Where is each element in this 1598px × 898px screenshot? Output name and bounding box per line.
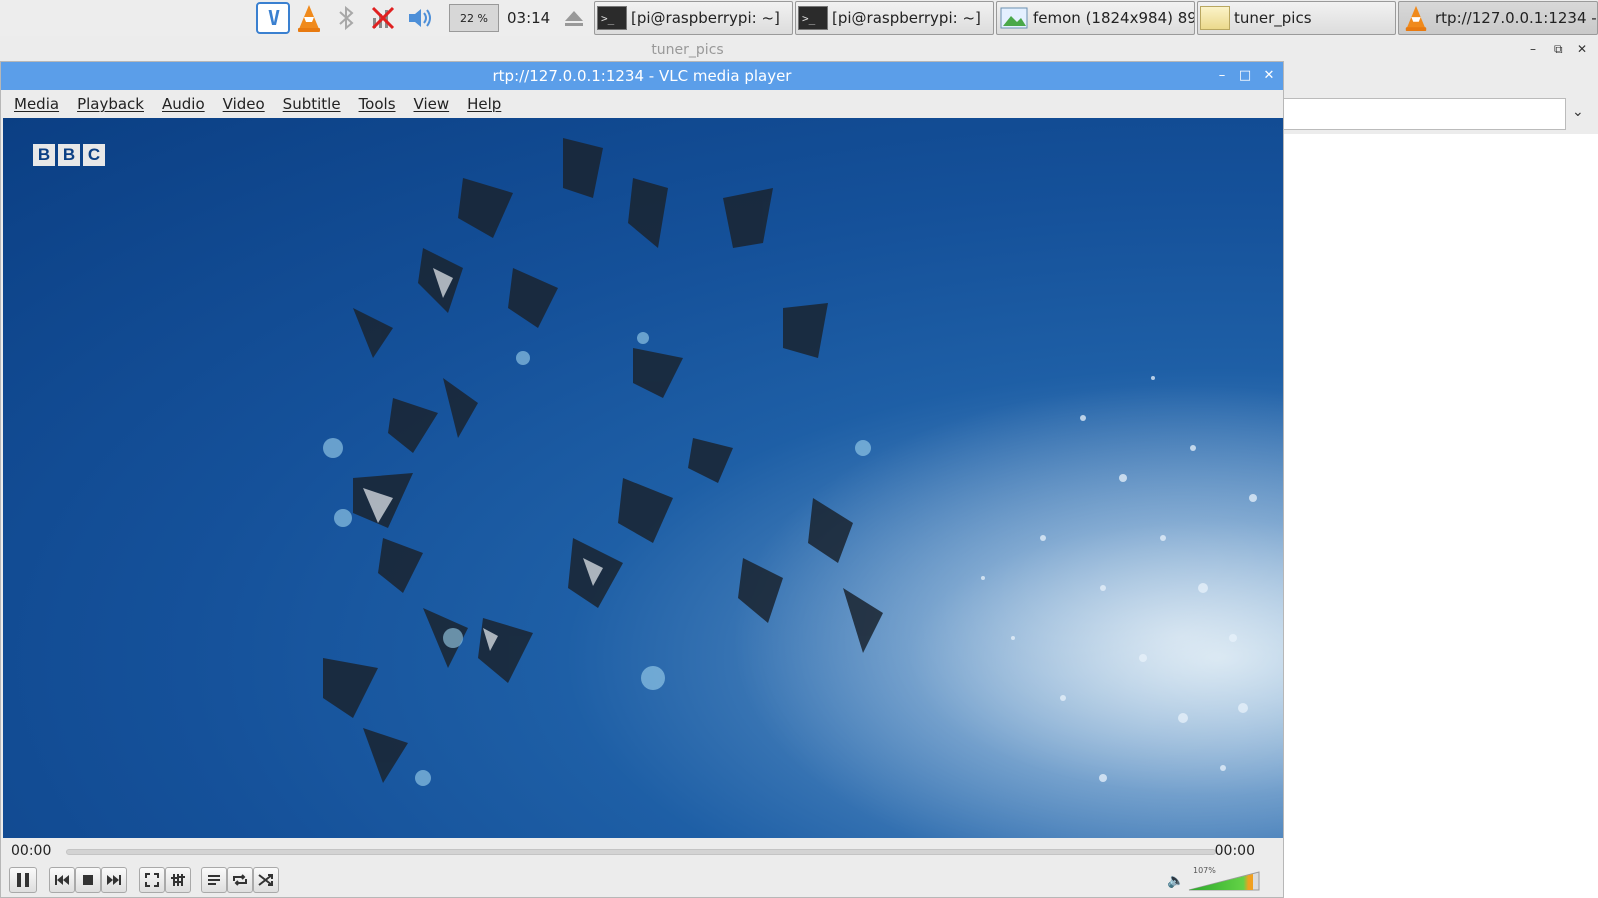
taskbar-button-vlc[interactable]: rtp://127.0.0.1:1234 - ... [1398,1,1598,35]
loop-button[interactable] [227,867,253,893]
vnc-icon[interactable]: V [256,2,290,34]
cpu-usage-text: 22 % [460,11,488,25]
path-input[interactable] [1284,98,1566,130]
task-label: [pi@raspberrypi: ~] [832,9,981,27]
cpu-usage-monitor[interactable]: 22 % [449,4,499,32]
fullscreen-button[interactable] [139,867,165,893]
chevron-down-icon[interactable]: ⌄ [1572,104,1584,120]
extended-settings-button[interactable] [165,867,191,893]
volume-percent: 107% [1193,866,1216,875]
network-disconnected-icon[interactable] [367,2,399,34]
task-label: rtp://127.0.0.1:1234 - ... [1435,9,1598,27]
menu-media[interactable]: Media [14,95,59,113]
menu-view[interactable]: View [414,95,450,113]
bbc-letter: C [83,144,105,166]
time-elapsed[interactable]: 00:00 [11,843,51,859]
video-frame-manta-rays [3,118,1283,838]
vlc-tray-icon[interactable] [293,2,325,34]
pause-button[interactable] [9,867,37,893]
image-viewer-icon [999,3,1029,33]
previous-button[interactable] [49,867,75,893]
menu-video[interactable]: Video [223,95,265,113]
fullscreen-icon [145,873,159,887]
menu-tools[interactable]: Tools [359,95,396,113]
menu-playback[interactable]: Playback [77,95,144,113]
task-label: tuner_pics [1234,9,1312,27]
vlc-window: rtp://127.0.0.1:1234 - VLC media player … [0,61,1284,898]
menu-audio[interactable]: Audio [162,95,205,113]
playlist-icon [208,875,220,885]
shuffle-icon [258,874,273,886]
maximize-icon[interactable]: □ [1235,65,1255,85]
background-window-title: tuner_pics [651,42,724,58]
folder-icon [1200,3,1230,33]
terminal-icon: >_ [798,3,828,33]
background-window-titlebar[interactable]: tuner_pics – ⧉ ✕ [0,36,1598,62]
seek-row: 00:00 00:00 [1,838,1283,864]
minimize-icon[interactable]: – [1212,65,1232,85]
taskbar-button-terminal-2[interactable]: >_ [pi@raspberrypi: ~] [795,1,994,35]
vlc-menubar: Media Playback Audio Video Subtitle Tool… [1,90,1283,118]
vlc-icon [1401,3,1431,33]
taskbar: V 22 % 03:14 >_ [pi@raspberrypi: ~] >_ [… [0,0,1598,36]
vlc-window-title: rtp://127.0.0.1:1234 - VLC media player [492,67,792,85]
equalizer-icon [171,874,185,886]
close-icon[interactable]: ✕ [1259,65,1279,85]
playlist-button[interactable] [201,867,227,893]
clock[interactable]: 03:14 [507,9,550,27]
pause-icon [17,873,29,887]
taskbar-button-tuner-pics[interactable]: tuner_pics [1197,1,1396,35]
vlc-titlebar[interactable]: rtp://127.0.0.1:1234 - VLC media player … [1,62,1283,90]
bbc-logo: B B C [33,144,105,166]
loop-icon [233,874,247,886]
minimize-icon[interactable]: – [1530,42,1536,56]
next-button[interactable] [101,867,127,893]
task-label: [pi@raspberrypi: ~] [631,9,780,27]
bbc-letter: B [33,144,55,166]
previous-icon [55,875,69,885]
bluetooth-icon[interactable] [330,2,362,34]
time-total[interactable]: 00:00 [1215,843,1255,859]
eject-icon[interactable] [558,2,590,34]
task-label: femon (1824x984) 89... [1033,9,1195,27]
menu-help[interactable]: Help [467,95,501,113]
video-display[interactable]: B B C [3,118,1283,838]
taskbar-button-terminal-1[interactable]: >_ [pi@raspberrypi: ~] [594,1,793,35]
playback-controls: 🔈 107% [1,864,1283,898]
close-icon[interactable]: ✕ [1577,42,1587,56]
background-window-content: ⌄ [1284,62,1598,898]
menu-subtitle[interactable]: Subtitle [283,95,341,113]
seek-slider[interactable] [66,849,1216,855]
bbc-letter: B [58,144,80,166]
taskbar-button-femon[interactable]: femon (1824x984) 89... [996,1,1195,35]
speaker-icon[interactable]: 🔈 [1167,873,1184,889]
terminal-icon: >_ [597,3,627,33]
shuffle-button[interactable] [253,867,279,893]
file-manager-toolbar: ⌄ [1284,62,1598,134]
stop-button[interactable] [75,867,101,893]
restore-icon[interactable]: ⧉ [1554,42,1563,57]
next-icon [107,875,121,885]
stop-icon [83,875,93,885]
volume-icon[interactable] [404,2,436,34]
